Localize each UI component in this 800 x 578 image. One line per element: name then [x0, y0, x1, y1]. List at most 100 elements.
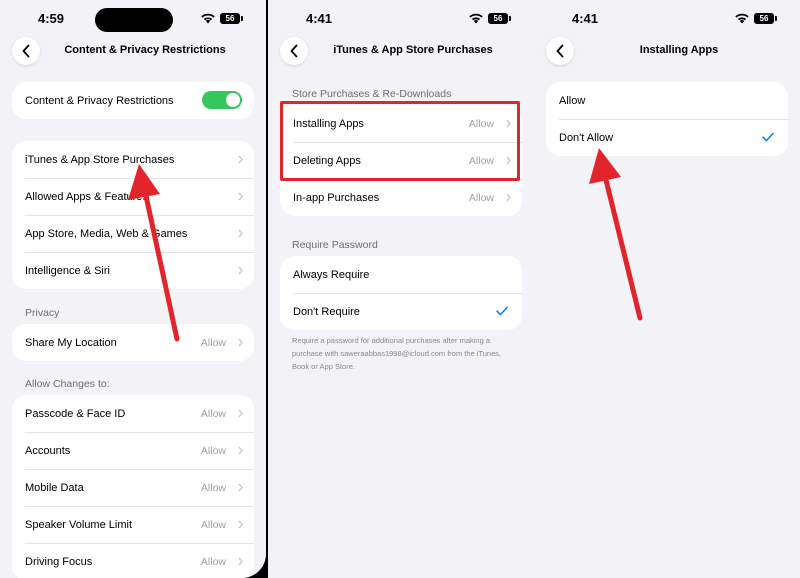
intelligence-siri-row[interactable]: Intelligence & Siri	[12, 252, 254, 289]
itunes-app-store-purchases-row[interactable]: iTunes & App Store Purchases	[12, 141, 254, 178]
wifi-icon	[469, 13, 483, 24]
chevron-right-icon	[238, 520, 243, 529]
chevron-right-icon	[506, 119, 511, 128]
chevron-right-icon	[238, 446, 243, 455]
row-label: Deleting Apps	[293, 154, 361, 167]
dynamic-island	[95, 8, 173, 32]
row-label: In-app Purchases	[293, 191, 380, 204]
row-label: Content & Privacy Restrictions	[25, 94, 174, 107]
chevron-right-icon	[506, 193, 511, 202]
accounts-row[interactable]: Accounts Allow	[12, 432, 254, 469]
installing-apps-options: Allow Don't Allow	[546, 82, 788, 156]
row-label: iTunes & App Store Purchases	[25, 153, 175, 166]
status-bar: 4:41 56	[534, 10, 800, 28]
password-footnote: Require a password for additional purcha…	[292, 336, 502, 371]
page-title: Content & Privacy Restrictions	[64, 44, 226, 56]
row-value: Allow	[468, 154, 494, 167]
row-value: Allow	[200, 407, 226, 420]
deleting-apps-row[interactable]: Deleting Apps Allow	[280, 142, 522, 179]
row-value: Allow	[468, 191, 494, 204]
nav-bar: Installing Apps	[534, 37, 800, 65]
chevron-right-icon	[238, 409, 243, 418]
option-dont-allow[interactable]: Don't Allow	[546, 119, 788, 156]
checkmark-icon	[496, 306, 508, 316]
status-time: 4:41	[572, 11, 599, 26]
back-button[interactable]	[546, 37, 574, 65]
back-button[interactable]	[280, 37, 308, 65]
chevron-left-icon	[22, 44, 30, 58]
page-title: Installing Apps	[639, 44, 719, 56]
privacy-section-header: Privacy	[25, 307, 60, 319]
in-app-purchases-row[interactable]: In-app Purchases Allow	[280, 179, 522, 216]
status-bar: 4:41 56	[268, 10, 534, 28]
checkmark-icon	[762, 132, 774, 142]
row-value: Allow	[200, 336, 226, 349]
allowed-apps-features-row[interactable]: Allowed Apps & Features	[12, 178, 254, 215]
chevron-right-icon	[238, 557, 243, 566]
row-label: Don't Allow	[559, 131, 614, 144]
row-label: Allow	[559, 94, 586, 107]
wifi-icon	[735, 13, 749, 24]
chevron-right-icon	[238, 483, 243, 492]
allow-changes-group: Passcode & Face ID Allow Accounts Allow …	[12, 395, 254, 578]
screen-content-privacy: 4:59 56 Content & Privacy Restrictions C…	[0, 0, 266, 578]
row-label: App Store, Media, Web & Games	[25, 227, 188, 240]
row-label: Driving Focus	[25, 555, 93, 568]
chevron-left-icon	[290, 44, 298, 58]
row-label: Installing Apps	[293, 117, 364, 130]
chevron-right-icon	[506, 156, 511, 165]
wifi-icon	[201, 13, 215, 24]
status-bar: 4:59 56	[0, 8, 266, 32]
battery-icon: 56	[488, 13, 511, 24]
mobile-data-row[interactable]: Mobile Data Allow	[12, 469, 254, 506]
privacy-group: Share My Location Allow	[12, 324, 254, 361]
store-purchases-group: Installing Apps Allow Deleting Apps Allo…	[280, 105, 522, 216]
status-time: 4:59	[38, 11, 65, 26]
passcode-face-id-row[interactable]: Passcode & Face ID Allow	[12, 395, 254, 432]
dont-require-row[interactable]: Don't Require	[280, 293, 522, 330]
restrictions-toggle[interactable]	[202, 91, 242, 109]
row-value: Allow	[200, 481, 226, 494]
nav-bar: iTunes & App Store Purchases	[268, 37, 534, 65]
settings-group-main: iTunes & App Store Purchases Allowed App…	[12, 141, 254, 289]
chevron-right-icon	[238, 266, 243, 275]
row-value: Allow	[200, 444, 226, 457]
battery-icon: 56	[220, 13, 243, 24]
chevron-right-icon	[238, 338, 243, 347]
screen-installing-apps: 4:41 56 Installing Apps Allow Don't Allo…	[534, 0, 800, 578]
restrictions-toggle-row[interactable]: Content & Privacy Restrictions	[12, 82, 254, 119]
store-purchases-section-header: Store Purchases & Re-Downloads	[292, 88, 452, 100]
back-button[interactable]	[12, 37, 40, 65]
share-my-location-row[interactable]: Share My Location Allow	[12, 324, 254, 361]
row-label: Intelligence & Siri	[25, 264, 110, 277]
battery-icon: 56	[754, 13, 777, 24]
row-label: Passcode & Face ID	[25, 407, 126, 420]
status-time: 4:41	[306, 11, 333, 26]
chevron-left-icon	[556, 44, 564, 58]
driving-focus-row[interactable]: Driving Focus Allow	[12, 543, 254, 578]
row-value: Allow	[200, 518, 226, 531]
chevron-right-icon	[238, 155, 243, 164]
row-label: Mobile Data	[25, 481, 84, 494]
option-allow[interactable]: Allow	[546, 82, 788, 119]
row-label: Accounts	[25, 444, 71, 457]
chevron-right-icon	[238, 229, 243, 238]
allow-changes-section-header: Allow Changes to:	[25, 378, 110, 390]
row-value: Allow	[468, 117, 494, 130]
row-value: Allow	[200, 555, 226, 568]
nav-bar: Content & Privacy Restrictions	[0, 37, 266, 65]
restrictions-toggle-group: Content & Privacy Restrictions	[12, 82, 254, 119]
speaker-volume-limit-row[interactable]: Speaker Volume Limit Allow	[12, 506, 254, 543]
installing-apps-row[interactable]: Installing Apps Allow	[280, 105, 522, 142]
app-store-media-web-games-row[interactable]: App Store, Media, Web & Games	[12, 215, 254, 252]
row-label: Share My Location	[25, 336, 117, 349]
row-label: Allowed Apps & Features	[25, 190, 148, 203]
chevron-right-icon	[238, 192, 243, 201]
require-password-section-header: Require Password	[292, 239, 378, 251]
row-label: Always Require	[293, 268, 370, 281]
page-title: iTunes & App Store Purchases	[333, 44, 493, 56]
row-label: Don't Require	[293, 305, 360, 318]
screen-itunes-purchases: 4:41 56 iTunes & App Store Purchases Sto…	[268, 0, 534, 578]
row-label: Speaker Volume Limit	[25, 518, 132, 531]
always-require-row[interactable]: Always Require	[280, 256, 522, 293]
